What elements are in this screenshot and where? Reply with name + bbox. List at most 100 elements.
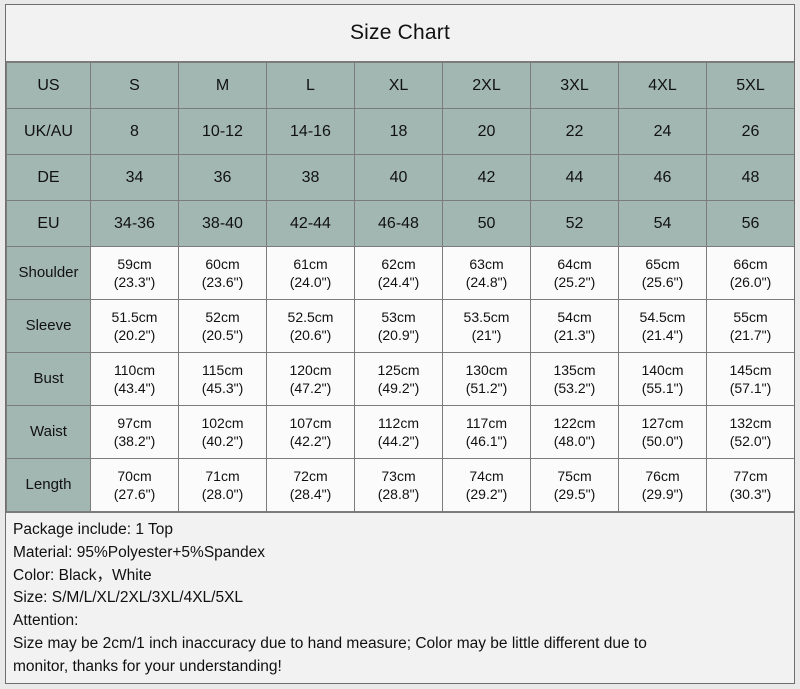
measure-inch: (21.7") — [729, 327, 772, 343]
measure-cm: 70cm — [117, 467, 152, 484]
measure-cm: 71cm — [205, 467, 240, 484]
cell-bust-5xl: 145cm (57.1") — [706, 352, 794, 406]
cell-ukau-m: 10-12 — [178, 108, 267, 155]
measure-cm: 55cm — [733, 308, 768, 325]
measure-cm: 54cm — [557, 308, 592, 325]
measure-inch: (24.8") — [465, 274, 508, 290]
cell-length-3xl: 75cm (29.5") — [530, 458, 619, 512]
cell-us-2xl: 2XL — [442, 62, 531, 109]
measure-inch: (48.0") — [553, 433, 596, 449]
note-package: Package include: 1 Top — [13, 521, 173, 538]
row-label-waist: Waist — [6, 405, 91, 459]
table-row-sleeve: Sleeve 51.5cm (20.2") 52cm (20.5") 52.5cm (… — [6, 299, 794, 353]
cell-eu-3xl: 52 — [530, 200, 619, 247]
measure-cm: 66cm — [733, 255, 768, 272]
cell-eu-m: 38-40 — [178, 200, 267, 247]
cell-sleeve-xl: 53cm (20.9") — [354, 299, 443, 353]
measure-inch: (23.6") — [201, 274, 244, 290]
cell-de-m: 36 — [178, 154, 267, 201]
measure-inch: (55.1") — [641, 380, 684, 396]
measure-inch: (52.0") — [729, 433, 772, 449]
note-color: Color: Black，White — [13, 566, 152, 584]
note-disclaimer-line-1: Size may be 2cm/1 inch inaccuracy due to… — [13, 634, 647, 652]
measure-cm: 52cm — [205, 308, 240, 325]
measure-cm: 110cm — [114, 361, 155, 378]
table-row-bust: Bust 110cm (43.4") 115cm (45.3") 120cm (47.… — [6, 352, 794, 406]
measure-cm: 73cm — [381, 467, 416, 484]
measure-inch: (29.9") — [641, 486, 684, 502]
cell-sleeve-s: 51.5cm (20.2") — [90, 299, 179, 353]
measure-cm: 53.5cm — [463, 308, 510, 325]
measure-inch: (57.1") — [729, 380, 772, 396]
cell-us-4xl: 4XL — [618, 62, 707, 109]
cell-eu-xl: 46-48 — [354, 200, 443, 247]
measure-cm: 62cm — [381, 255, 416, 272]
row-label-uk-au: UK/AU — [6, 108, 91, 155]
cell-sleeve-3xl: 54cm (21.3") — [530, 299, 619, 353]
cell-sleeve-4xl: 54.5cm (21.4") — [618, 299, 707, 353]
cell-waist-xl: 112cm (44.2") — [354, 405, 443, 459]
measure-cm: 117cm — [466, 414, 507, 431]
measure-cm: 51.5cm — [111, 308, 158, 325]
cell-de-xl: 40 — [354, 154, 443, 201]
measure-inch: (45.3") — [201, 380, 244, 396]
measure-inch: (25.6") — [641, 274, 684, 290]
measure-cm: 60cm — [205, 255, 240, 272]
cell-us-m: M — [178, 62, 267, 109]
cell-shoulder-l: 61cm (24.0") — [266, 246, 355, 300]
note-size: Size: S/M/L/XL/2XL/3XL/4XL/5XL — [13, 589, 244, 607]
measure-cm: 125cm — [377, 361, 420, 378]
cell-waist-3xl: 122cm (48.0") — [530, 405, 619, 459]
size-table-body: US S M L XL 2XL 3XL 4XL 5XL UK/AU 8 10-1… — [6, 62, 794, 512]
note-material: Material: 95%Polyester+5%Spandex — [13, 543, 266, 561]
measure-inch: (20.2") — [113, 327, 156, 343]
measure-inch: (20.5") — [201, 327, 244, 343]
table-row-uk-au: UK/AU 8 10-12 14-16 18 20 22 24 26 — [6, 108, 794, 155]
measure-inch: (51.2") — [465, 380, 508, 396]
cell-bust-3xl: 135cm (53.2") — [530, 352, 619, 406]
cell-bust-4xl: 140cm (55.1") — [618, 352, 707, 406]
cell-waist-l: 107cm (42.2") — [266, 405, 355, 459]
measure-cm: 112cm — [378, 414, 419, 431]
measure-cm: 107cm — [289, 414, 332, 431]
measure-cm: 61cm — [293, 255, 328, 272]
measure-inch: (25.2") — [553, 274, 596, 290]
cell-bust-2xl: 130cm (51.2") — [442, 352, 531, 406]
cell-sleeve-l: 52.5cm (20.6") — [266, 299, 355, 353]
measure-cm: 54.5cm — [639, 308, 686, 325]
note-attention-heading: Attention: — [13, 612, 79, 630]
measure-inch: (30.3") — [729, 486, 772, 502]
cell-us-3xl: 3XL — [530, 62, 619, 109]
product-notes: Package include: 1 Top Material: 95%Poly… — [6, 512, 794, 683]
cell-shoulder-s: 59cm (23.3") — [90, 246, 179, 300]
cell-eu-5xl: 56 — [706, 200, 794, 247]
row-label-shoulder: Shoulder — [6, 246, 91, 300]
cell-bust-m: 115cm (45.3") — [178, 352, 267, 406]
cell-de-s: 34 — [90, 154, 179, 201]
cell-length-5xl: 77cm (30.3") — [706, 458, 794, 512]
cell-bust-xl: 125cm (49.2") — [354, 352, 443, 406]
measure-cm: 140cm — [641, 361, 684, 378]
measure-cm: 115cm — [202, 361, 243, 378]
cell-eu-s: 34-36 — [90, 200, 179, 247]
measure-inch: (21") — [471, 327, 502, 343]
cell-length-m: 71cm (28.0") — [178, 458, 267, 512]
measure-inch: (46.1") — [465, 433, 508, 449]
measure-inch: (43.4") — [113, 380, 156, 396]
row-label-length: Length — [6, 458, 91, 512]
measure-cm: 65cm — [645, 255, 680, 272]
cell-eu-l: 42-44 — [266, 200, 355, 247]
measure-inch: (24.4") — [377, 274, 420, 290]
row-label-de: DE — [6, 154, 91, 201]
cell-waist-5xl: 132cm (52.0") — [706, 405, 794, 459]
measure-cm: 52.5cm — [287, 308, 334, 325]
measure-cm: 72cm — [293, 467, 328, 484]
cell-eu-2xl: 50 — [442, 200, 531, 247]
row-label-sleeve: Sleeve — [6, 299, 91, 353]
note-disclaimer-line-2: monitor, thanks for your understanding! — [13, 657, 282, 675]
measure-inch: (28.4") — [289, 486, 332, 502]
measure-inch: (24.0") — [289, 274, 332, 290]
size-chart-table: US S M L XL 2XL 3XL 4XL 5XL UK/AU 8 10-1… — [6, 62, 794, 512]
cell-shoulder-5xl: 66cm (26.0") — [706, 246, 794, 300]
table-row-length: Length 70cm (27.6") 71cm (28.0") 72cm (28.4… — [6, 458, 794, 512]
